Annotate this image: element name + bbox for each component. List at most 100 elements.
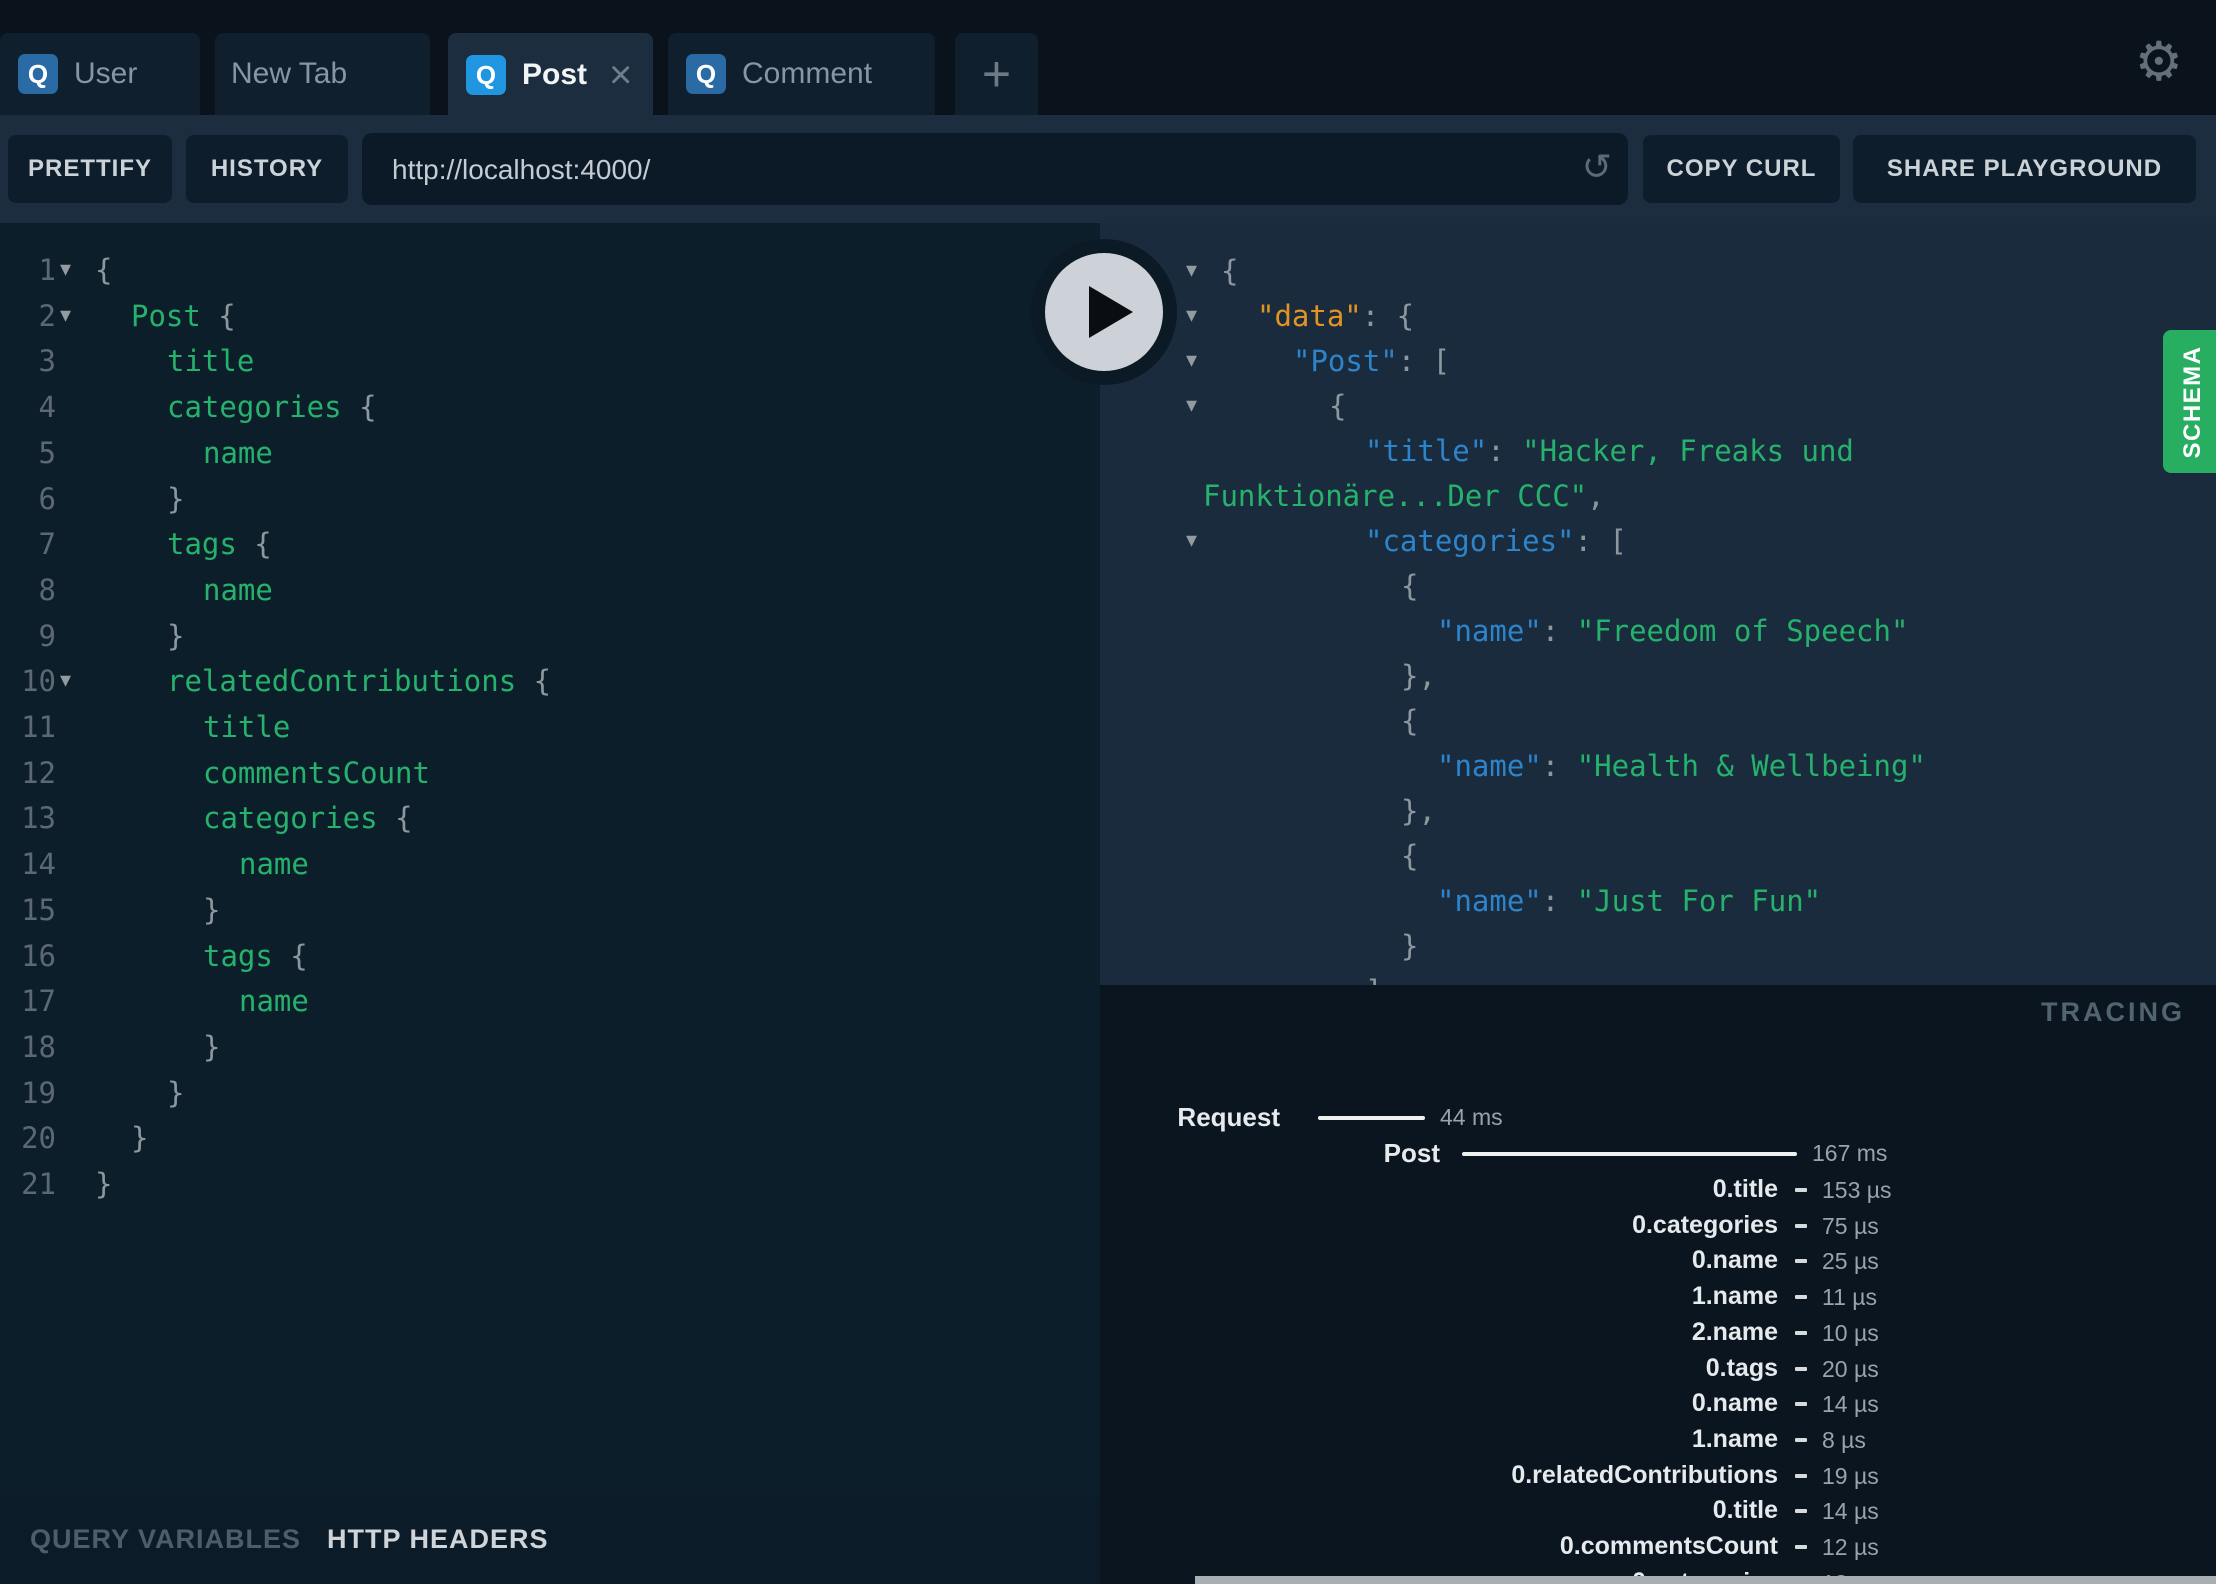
tab-new-tab[interactable]: New Tab [215, 33, 430, 115]
http-headers-tab[interactable]: HTTP HEADERS [327, 1524, 549, 1555]
token-punct: : [1541, 614, 1577, 648]
tab-comment[interactable]: Q Comment [668, 33, 935, 115]
query-editor[interactable]: 1 ▾{2 ▾ Post {3 title 4 categories {5 name 6} 7 ta… [0, 223, 1100, 1496]
response-line: ▾{ [1100, 248, 2216, 294]
editor-line: 18} [0, 1024, 1100, 1070]
line-number: 1 [38, 253, 56, 287]
token-punct: } [167, 619, 185, 653]
fold-arrow-icon[interactable]: ▾ [1186, 338, 1197, 384]
tab-post[interactable]: Q Post × [448, 33, 653, 117]
code-text: "title": "Hacker, Freaks und [1365, 428, 1854, 474]
token-punct: , [1587, 479, 1605, 513]
query-variables-tab[interactable]: QUERY VARIABLES [30, 1524, 301, 1555]
token-punct: } [131, 1121, 149, 1155]
tab-label: New Tab [231, 57, 348, 90]
code-text: } [203, 887, 220, 933]
line-number: 21 [21, 1167, 56, 1201]
add-tab-button[interactable]: + [955, 33, 1038, 115]
fold-arrow-icon[interactable]: ▾ [1186, 518, 1197, 564]
editor-line: 5 name [0, 430, 1100, 476]
editor-line: 20} [0, 1115, 1100, 1161]
settings-gear-icon[interactable]: ⚙ [2135, 30, 2183, 93]
tracing-span-bar [1462, 1152, 1797, 1156]
editor-line: 17 name [0, 978, 1100, 1024]
tracing-panel: TRACING Request 44 ms Post 167 ms 0.title 153… [1100, 985, 2216, 1584]
fold-arrow-icon[interactable]: ▾ [60, 658, 71, 704]
code-text: relatedContributions { [167, 658, 551, 704]
schema-sidebar-tab[interactable]: SCHEMA [2163, 330, 2216, 473]
tracing-resolver-dash [1795, 1509, 1807, 1513]
editor-line: 16 tags { [0, 933, 1100, 979]
line-number: 14 [21, 847, 56, 881]
tracing-resolver-dash [1795, 1367, 1807, 1371]
tab-label: Comment [742, 57, 873, 90]
fold-arrow-icon[interactable]: ▾ [60, 293, 71, 339]
token-str: "Just For Fun" [1576, 884, 1822, 918]
token-punct: : { [1361, 299, 1415, 333]
token-punct: : [ [1397, 344, 1451, 378]
editor-line: 7 tags { [0, 521, 1100, 567]
tab-user[interactable]: Q User [0, 33, 200, 115]
token-punct: : [1487, 434, 1523, 468]
code-text: title [167, 338, 254, 384]
code-text: name [203, 567, 273, 613]
tracing-span-bar [1318, 1116, 1425, 1120]
tracing-resolver-dash [1795, 1295, 1807, 1299]
response-line: "name": "Freedom of Speech" [1100, 608, 2216, 654]
tracing-span-label: Request [1177, 1102, 1280, 1132]
response-line: Funktionäre...Der CCC", [1100, 473, 2216, 519]
close-tab-icon[interactable]: × [609, 55, 632, 95]
token-punct: }, [1401, 659, 1436, 693]
prettify-button[interactable]: PRETTIFY [8, 135, 172, 203]
token-key: "name" [1437, 884, 1542, 918]
tracing-horizontal-scrollbar[interactable] [1195, 1576, 2216, 1584]
tracing-resolver-dash [1795, 1545, 1807, 1549]
line-number: 15 [21, 893, 56, 927]
token-punct: { [516, 664, 552, 698]
token-key: "Post" [1293, 344, 1398, 378]
code-text: commentsCount [203, 750, 430, 796]
fold-arrow-icon[interactable]: ▾ [1186, 383, 1197, 429]
tracing-resolver-dash [1795, 1402, 1807, 1406]
fold-arrow-icon[interactable]: ▾ [1186, 293, 1197, 339]
history-button[interactable]: HISTORY [186, 135, 348, 203]
response-line: { [1100, 698, 2216, 744]
line-number: 16 [21, 939, 56, 973]
code-text: { [1401, 563, 1418, 609]
fold-arrow-icon[interactable]: ▾ [1186, 248, 1197, 294]
tracing-resolver-duration: 11 µs [1822, 1284, 1878, 1310]
fold-arrow-icon[interactable]: ▾ [60, 247, 71, 293]
token-punct: } [95, 1167, 113, 1201]
endpoint-url-input[interactable] [390, 133, 1564, 207]
token-punct: { [1221, 254, 1239, 288]
token-punct: }, [1401, 794, 1436, 828]
code-text: Post { [131, 293, 236, 339]
execute-query-button[interactable] [1031, 239, 1177, 385]
copy-curl-button[interactable]: COPY CURL [1643, 135, 1840, 203]
editor-line: 10 ▾ relatedContributions { [0, 658, 1100, 704]
tracing-resolver-dash [1795, 1474, 1807, 1478]
token-field: categories [203, 801, 378, 835]
code-text: "categories": [ [1365, 518, 1627, 564]
tracing-resolver-label: 0.relatedContributions [1511, 1461, 1778, 1489]
editor-line: 19} [0, 1070, 1100, 1116]
response-line: { [1100, 563, 2216, 609]
response-line: } [1100, 923, 2216, 969]
tracing-resolver-label: 1.name [1691, 1282, 1778, 1310]
token-field: title [167, 344, 255, 378]
token-field: title [203, 710, 291, 744]
token-punct: { [272, 939, 308, 973]
token-punct: : [ [1574, 524, 1627, 558]
tracing-span-label: Post [1383, 1138, 1440, 1168]
reload-endpoint-icon[interactable]: ↺ [1582, 147, 1612, 188]
share-playground-button[interactable]: SHARE PLAYGROUND [1853, 135, 2196, 203]
code-text: }, [1401, 653, 1436, 699]
code-text: name [239, 841, 309, 887]
token-punct: } [1401, 929, 1419, 963]
code-text: Funktionäre...Der CCC", [1203, 473, 1605, 519]
response-line: "name": "Health & Wellbeing" [1100, 743, 2216, 789]
tab-bar: Q User New Tab Q Post × Q Comment [0, 0, 2216, 117]
line-number: 2 [38, 299, 56, 333]
editor-line: 9} [0, 613, 1100, 659]
editor-line: 6} [0, 476, 1100, 522]
